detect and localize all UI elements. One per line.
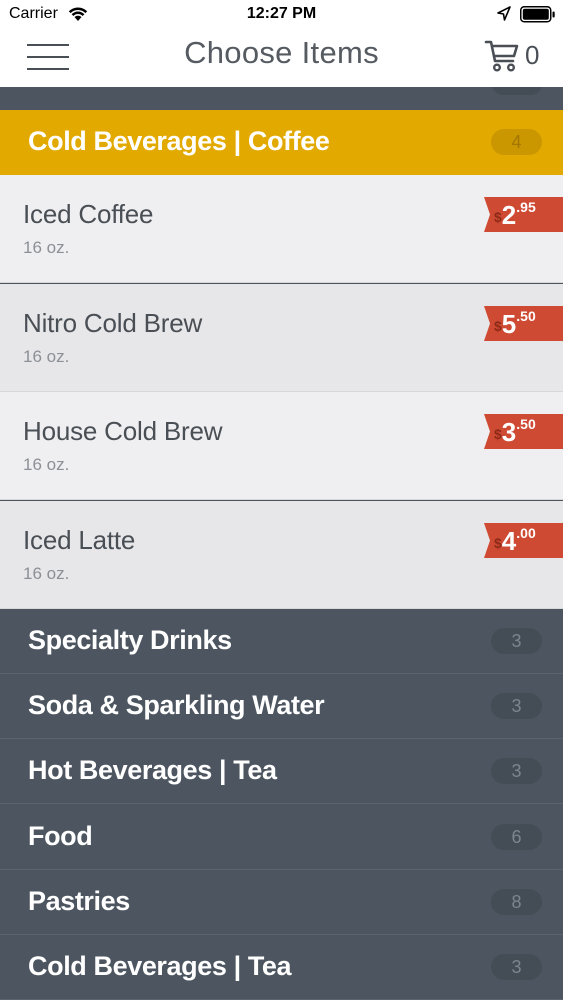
category-count-badge: 3 [491,693,542,720]
category-row[interactable]: Soda & Sparkling Water 3 [0,674,563,740]
price-tag: $2.95 [484,197,563,232]
item-name: House Cold Brew [23,416,223,446]
cart-icon [484,39,520,78]
item-name: Iced Coffee [23,199,154,229]
price-cents: .50 [516,307,536,324]
category-count-badge: 3 [491,954,542,980]
item-size: 16 oz. [23,238,70,257]
category-count-badge: 8 [491,888,542,915]
category-row-clipped[interactable] [0,87,563,110]
status-bar: Carrier 12:27 PM [0,0,563,30]
category-label: Cold Beverages | Tea [28,951,292,981]
category-row[interactable]: Pastries 8 [0,869,563,935]
item-size: 16 oz. [23,455,70,474]
price-currency: $ [494,209,502,225]
category-row[interactable]: Food 6 [0,804,563,870]
category-count-badge: 3 [491,758,542,785]
category-label: Cold Beverages | Coffee [28,126,330,156]
item-name: Iced Latte [23,524,136,555]
item-size: 16 oz. [23,346,70,366]
category-row[interactable]: Specialty Drinks 3 [0,609,563,674]
cart-button[interactable]: 0 [484,39,544,75]
item-row[interactable]: Nitro Cold Brew 16 oz. $5.50 [0,283,563,392]
item-row[interactable]: House Cold Brew 16 oz. $3.50 [0,392,563,500]
category-count-badge [492,87,542,95]
category-label: Food [28,820,93,851]
category-count-badge: 4 [491,129,542,155]
battery-icon [520,6,556,28]
price-currency: $ [494,534,502,551]
price-cents: .00 [516,524,536,541]
category-label: Specialty Drinks [28,625,232,655]
price-cents: .50 [516,416,536,432]
price-tag: $4.00 [484,522,563,558]
category-cold-beverages-coffee[interactable]: Cold Beverages | Coffee 4 [0,110,563,175]
category-label: Pastries [28,885,130,916]
cart-count: 0 [525,40,540,70]
price-dollars: 2 [501,200,517,230]
item-row[interactable]: Iced Latte 16 oz. $4.00 [0,500,563,609]
location-arrow-icon [497,6,511,27]
category-label: Soda & Sparkling Water [28,690,325,721]
item-size: 16 oz. [23,563,70,583]
price-dollars: 4 [501,525,517,556]
price-tag: $3.50 [484,414,563,449]
price-dollars: 3 [501,417,517,447]
clock: 12:27 PM [246,5,317,22]
category-label: Hot Beverages | Tea [28,755,277,786]
price-cents: .95 [516,199,536,215]
price-currency: $ [494,317,502,334]
item-name: Nitro Cold Brew [23,307,203,338]
category-row[interactable]: Cold Beverages | Tea 3 [0,935,563,1000]
price-currency: $ [494,426,502,442]
nav-bar: Choose Items 0 [0,30,563,87]
price-dollars: 5 [501,308,517,339]
item-row[interactable]: Iced Coffee 16 oz. $2.95 [0,175,563,283]
price-tag: $5.50 [484,305,563,341]
category-count-badge: 6 [491,823,542,850]
page-title: Choose Items [184,35,379,70]
category-count-badge: 3 [491,628,542,654]
category-row[interactable]: Hot Beverages | Tea 3 [0,739,563,805]
